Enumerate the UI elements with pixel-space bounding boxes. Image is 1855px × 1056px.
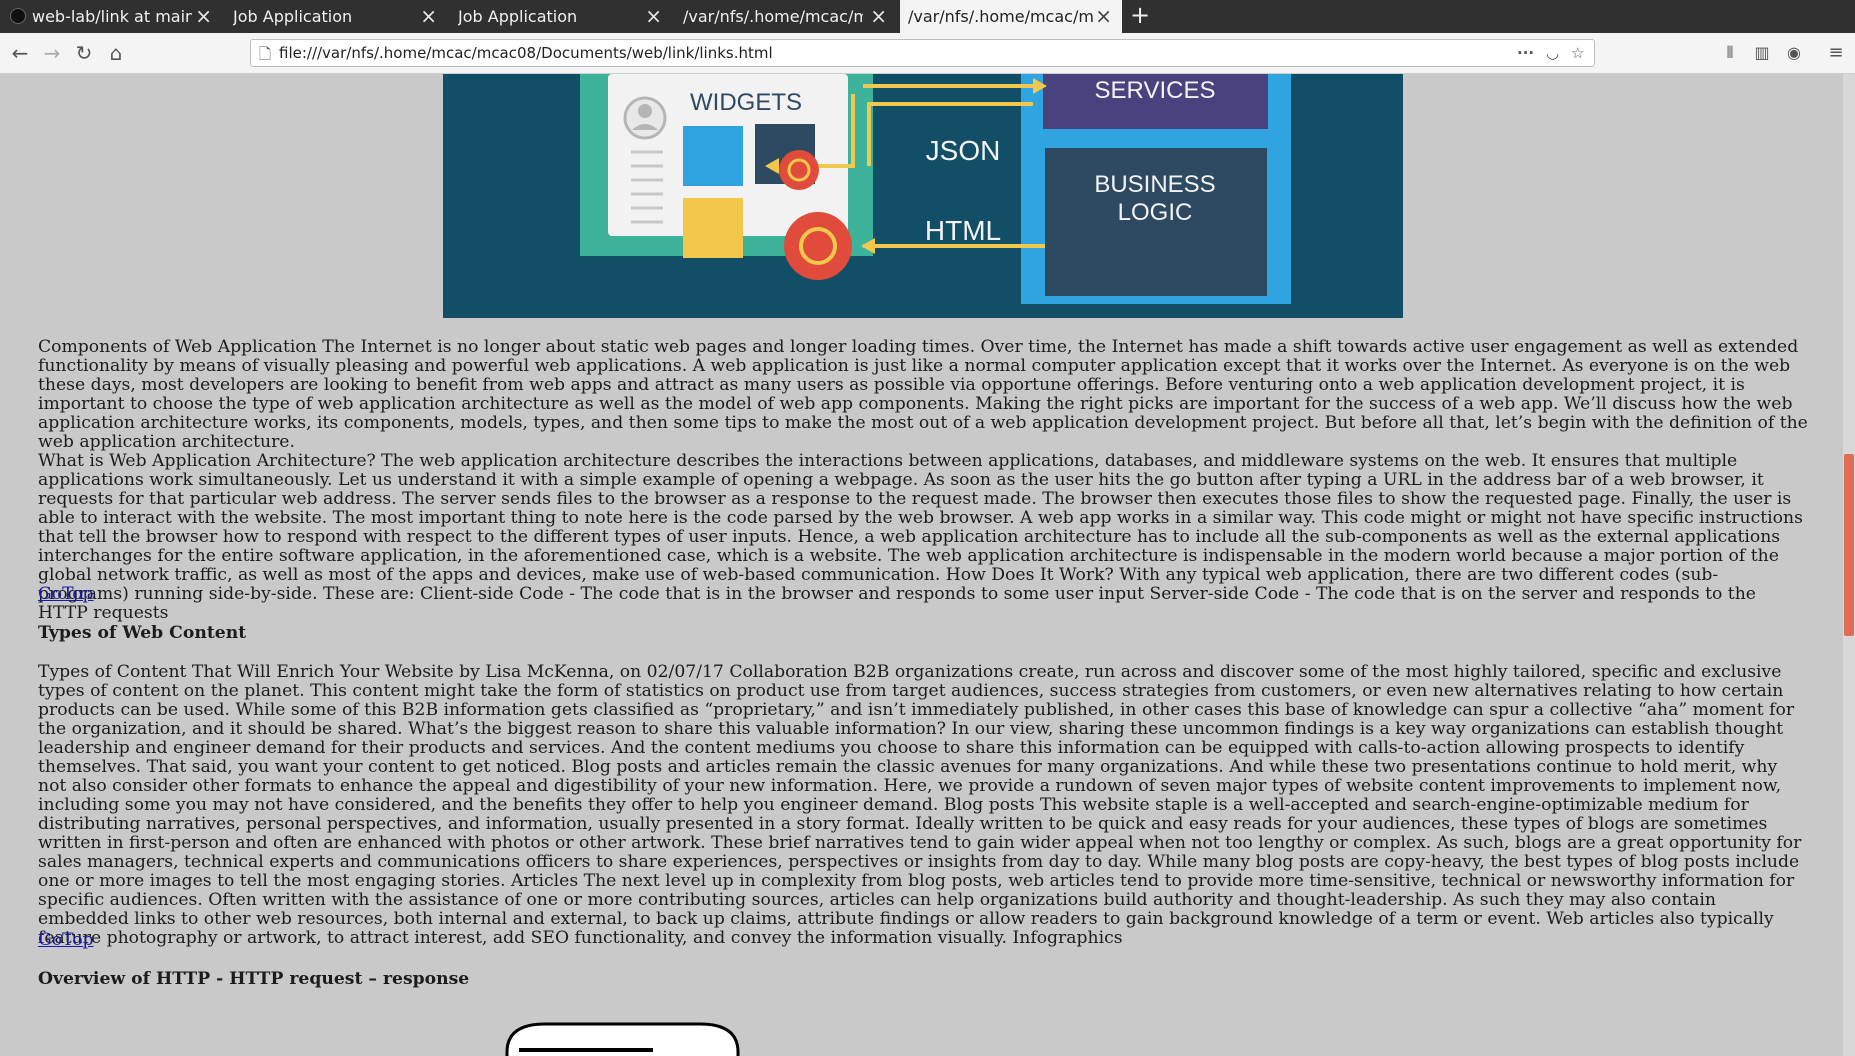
tab-title: /var/nfs/.home/mcac/mcac (908, 7, 1093, 26)
menu-icon[interactable]: ≡ (1822, 39, 1850, 67)
close-icon[interactable]: × (1095, 0, 1112, 33)
tab-title: /var/nfs/.home/mcac/mcac (683, 7, 863, 26)
url-bar[interactable]: 🗋 file:///var/nfs/.home/mcac/mcac08/Docu… (250, 39, 1595, 67)
vertical-scrollbar[interactable] (1843, 74, 1855, 1056)
types-of-web-content-text: Types of Content That Will Enrich Your W… (38, 663, 1808, 948)
business-label: BUSINESS (1094, 171, 1215, 198)
page-content: WIDGETS SERVICES BUSINESS LOGIC JSON HTM… (0, 74, 1843, 1056)
url-text[interactable]: file:///var/nfs/.home/mcac/mcac08/Docume… (279, 40, 773, 66)
page-info-icon[interactable]: 🗋 (259, 44, 271, 69)
components-paragraph-2: What is Web Application Architecture? Th… (38, 451, 1803, 623)
types-paragraph: Types of Content That Will Enrich Your W… (38, 662, 1802, 948)
navigation-bar: ← → ↻ ⌂ 🗋 file:///var/nfs/.home/mcac/mca… (0, 33, 1855, 74)
scrollbar-thumb[interactable] (1844, 454, 1854, 636)
forward-icon[interactable]: → (38, 39, 66, 67)
http-diagram-image (505, 1022, 740, 1056)
home-icon[interactable]: ⌂ (102, 39, 130, 67)
close-icon[interactable]: × (870, 0, 887, 33)
tab-links-file-active[interactable]: /var/nfs/.home/mcac/mcac × (900, 0, 1122, 33)
close-icon[interactable]: × (645, 0, 662, 33)
bookmark-star-icon[interactable]: ☆ (1571, 40, 1584, 66)
json-label: JSON (926, 135, 1001, 166)
types-of-web-content-heading: Types of Web Content (38, 623, 247, 643)
more-icon[interactable]: ··· (1517, 40, 1534, 66)
github-icon (10, 8, 26, 24)
logic-label: LOGIC (1118, 199, 1193, 226)
tab-job-application-1[interactable]: Job Application × (225, 0, 447, 33)
tab-github[interactable]: web-lab/link at main · ac × (0, 0, 222, 33)
tab-title: Job Application (458, 7, 578, 26)
architecture-diagram: WIDGETS SERVICES BUSINESS LOGIC JSON HTM… (443, 74, 1403, 318)
account-icon[interactable]: ◉ (1780, 39, 1808, 67)
tab-title: web-lab/link at main · ac (32, 7, 192, 26)
pocket-icon[interactable]: ◡ (1546, 40, 1559, 66)
back-icon[interactable]: ← (6, 39, 34, 67)
components-text: Components of Web Application The Intern… (38, 338, 1808, 623)
http-overview-heading: Overview of HTTP - HTTP request – respon… (38, 969, 470, 989)
html-label: HTML (925, 215, 1001, 246)
gotop-link[interactable]: GoTop (38, 930, 94, 950)
reload-icon[interactable]: ↻ (70, 39, 98, 67)
components-paragraph-1: Components of Web Application The Intern… (38, 337, 1808, 452)
close-icon[interactable]: × (420, 0, 437, 33)
tab-bar: web-lab/link at main · ac × Job Applicat… (0, 0, 1855, 33)
close-icon[interactable]: × (195, 0, 212, 33)
tab-title: Job Application (233, 7, 353, 26)
sidebar-icon[interactable]: ▥ (1748, 39, 1776, 67)
web-architecture-image: WIDGETS SERVICES BUSINESS LOGIC JSON HTM… (443, 74, 1403, 318)
tab-links-file[interactable]: /var/nfs/.home/mcac/mcac × (675, 0, 897, 33)
new-tab-icon[interactable]: + (1130, 0, 1150, 33)
library-icon[interactable]: ⫴ (1716, 39, 1744, 67)
tab-job-application-2[interactable]: Job Application × (450, 0, 672, 33)
widgets-label: WIDGETS (690, 89, 802, 116)
services-label: SERVICES (1095, 77, 1216, 104)
gotop-link[interactable]: GoTop (38, 584, 94, 604)
